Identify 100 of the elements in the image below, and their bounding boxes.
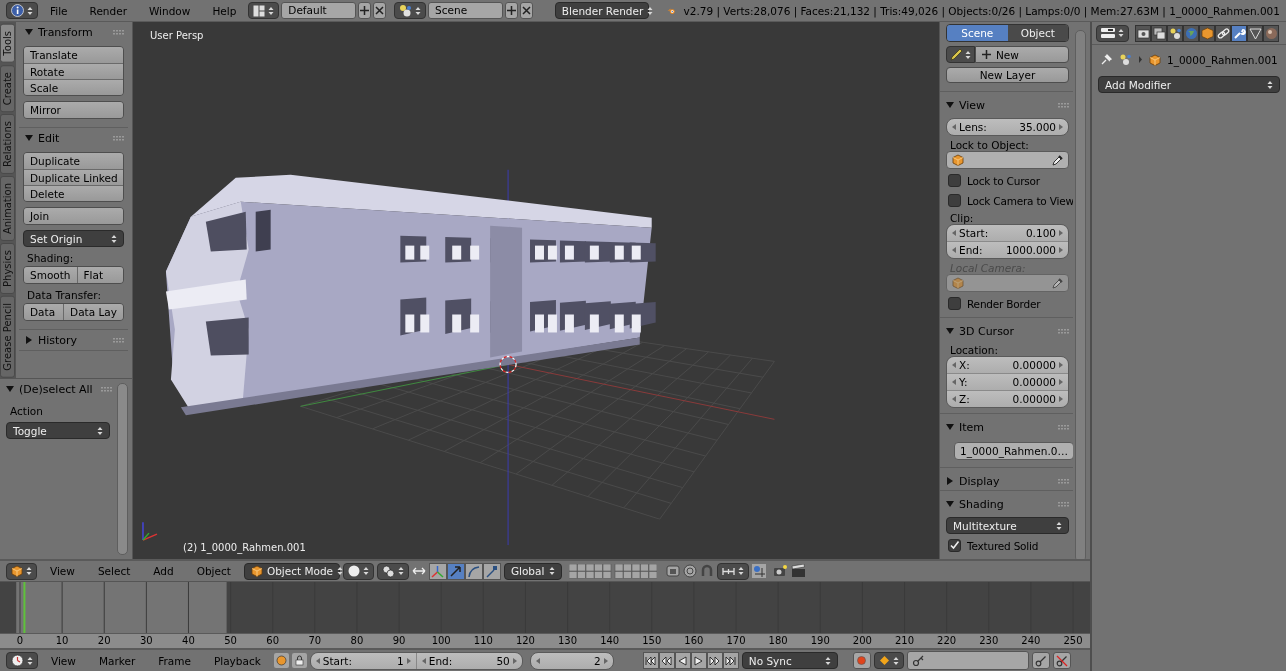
tool-button[interactable]: Translate [24, 47, 123, 63]
delete-keyframe-button[interactable] [1052, 652, 1071, 670]
lock-camera-icon[interactable] [665, 564, 680, 579]
collapsed-arrow-icon[interactable] [25, 336, 33, 344]
drag-grip-icon[interactable] [113, 135, 125, 141]
decrement-arrow-icon[interactable] [952, 362, 956, 368]
increment-arrow-icon[interactable] [1059, 124, 1063, 130]
decrement-arrow-icon[interactable] [952, 124, 956, 130]
scrollbar[interactable] [1075, 30, 1086, 560]
lock-icon[interactable] [291, 653, 307, 669]
decrement-arrow-icon[interactable] [535, 657, 540, 664]
manipulator-button[interactable] [428, 562, 447, 580]
menu-item[interactable]: Playback [203, 654, 271, 667]
drag-grip-icon[interactable] [1058, 501, 1070, 507]
tool-button[interactable]: Join [24, 208, 123, 224]
menu-item[interactable]: File [40, 4, 78, 17]
screen-layout-button[interactable] [248, 2, 280, 19]
decrement-arrow-icon[interactable] [952, 247, 956, 253]
number-field[interactable]: X: 0.00000 [947, 357, 1068, 373]
checkbox[interactable] [948, 194, 961, 207]
drag-grip-icon[interactable] [1058, 328, 1070, 334]
drag-grip-icon[interactable] [101, 386, 113, 392]
number-field[interactable]: Lens: 35.000 [946, 118, 1069, 136]
expanded-arrow-icon[interactable] [946, 327, 954, 335]
dropdown[interactable]: Multitexture [946, 517, 1069, 534]
tool-button[interactable]: Smooth [24, 267, 77, 283]
tool-button[interactable]: Data [24, 304, 64, 320]
menu-item[interactable]: Object [186, 565, 241, 578]
drag-grip-icon[interactable] [1058, 424, 1070, 430]
tool-button[interactable]: Duplicate [24, 153, 123, 169]
properties-tab[interactable] [1167, 24, 1183, 42]
properties-tab[interactable] [1231, 24, 1247, 42]
scrollbar[interactable] [117, 383, 128, 556]
properties-tab[interactable] [1151, 24, 1167, 42]
checkbox[interactable] [948, 174, 961, 187]
add-button[interactable] [504, 2, 518, 19]
menu-item[interactable]: Window [138, 4, 201, 17]
menu-item[interactable]: Render [79, 4, 137, 17]
snap-element-button[interactable] [716, 562, 749, 580]
panel-title[interactable]: Item [959, 420, 1053, 434]
editor-type-button[interactable] [1096, 24, 1129, 42]
menu-item[interactable]: Select [87, 565, 141, 578]
panel-title[interactable]: Edit [38, 131, 108, 145]
scene-field[interactable]: Scene [428, 2, 503, 19]
menu-item[interactable]: Marker [88, 654, 146, 667]
new-button[interactable]: New [975, 46, 1069, 63]
tab[interactable]: Object [1007, 25, 1068, 41]
tab[interactable]: Scene [947, 25, 1008, 41]
tool-button[interactable]: Data Lay [63, 304, 123, 320]
expanded-arrow-icon[interactable] [946, 101, 954, 109]
drag-grip-icon[interactable] [1058, 478, 1070, 484]
expanded-arrow-icon[interactable] [25, 134, 33, 142]
menu-item[interactable]: View [40, 565, 85, 578]
editor-type-button[interactable] [6, 562, 37, 580]
menu-item[interactable]: Help [202, 4, 247, 17]
timeline-track[interactable] [0, 582, 1090, 634]
panel-title[interactable]: View [959, 98, 1053, 112]
magnet-icon[interactable] [699, 564, 714, 579]
render-camera-icon[interactable] [772, 564, 788, 579]
snap-target-icon[interactable] [751, 564, 766, 579]
increment-arrow-icon[interactable] [1059, 247, 1063, 253]
number-field[interactable]: End: 1000.000 [947, 241, 1068, 258]
drag-grip-icon[interactable] [1058, 102, 1070, 108]
dropdown[interactable]: Toggle [6, 422, 110, 440]
tool-button[interactable]: Scale [24, 79, 123, 95]
panel-title[interactable]: 3D Cursor [959, 324, 1053, 338]
manipulator-button[interactable] [446, 562, 465, 580]
tool-button[interactable]: Delete [24, 185, 123, 201]
editor-type-button[interactable] [6, 652, 38, 670]
properties-tab[interactable] [1263, 24, 1279, 42]
current-frame-field[interactable]: 2 [529, 651, 614, 670]
manipulator-button[interactable] [464, 562, 483, 580]
grease-pencil-button[interactable] [946, 46, 975, 63]
clapperboard-icon[interactable] [790, 564, 806, 579]
eyedropper-icon[interactable] [1052, 154, 1063, 166]
keyframe-type-button[interactable] [873, 652, 904, 670]
sync-dropdown[interactable]: No Sync [741, 652, 838, 670]
scene-button[interactable] [394, 2, 427, 19]
panel-title[interactable]: Transform [38, 25, 108, 39]
decrement-arrow-icon[interactable] [952, 396, 956, 402]
viewport-shading-button[interactable] [342, 562, 374, 580]
decrement-arrow-icon[interactable] [952, 230, 956, 236]
number-field[interactable]: Z: 0.00000 [947, 390, 1068, 407]
record-button[interactable] [852, 652, 871, 670]
remove-button[interactable] [373, 2, 387, 19]
remove-button[interactable] [519, 2, 533, 19]
tool-button[interactable]: Rotate [24, 63, 123, 79]
expanded-arrow-icon[interactable] [6, 385, 14, 394]
object-field[interactable] [946, 151, 1069, 169]
increment-arrow-icon[interactable] [1059, 379, 1063, 385]
decrement-arrow-icon[interactable] [952, 379, 956, 385]
increment-arrow-icon[interactable] [1059, 396, 1063, 402]
layer-buttons-drawing[interactable] [568, 563, 657, 579]
panel-title[interactable]: History [38, 333, 108, 347]
expanded-arrow-icon[interactable] [946, 423, 954, 431]
mode-dropdown[interactable]: Object Mode [243, 562, 340, 580]
drag-grip-icon[interactable] [113, 337, 125, 343]
number-field[interactable]: Y: 0.00000 [947, 373, 1068, 390]
drag-grip-icon[interactable] [113, 29, 125, 35]
insert-keyframe-button[interactable] [1031, 652, 1050, 670]
